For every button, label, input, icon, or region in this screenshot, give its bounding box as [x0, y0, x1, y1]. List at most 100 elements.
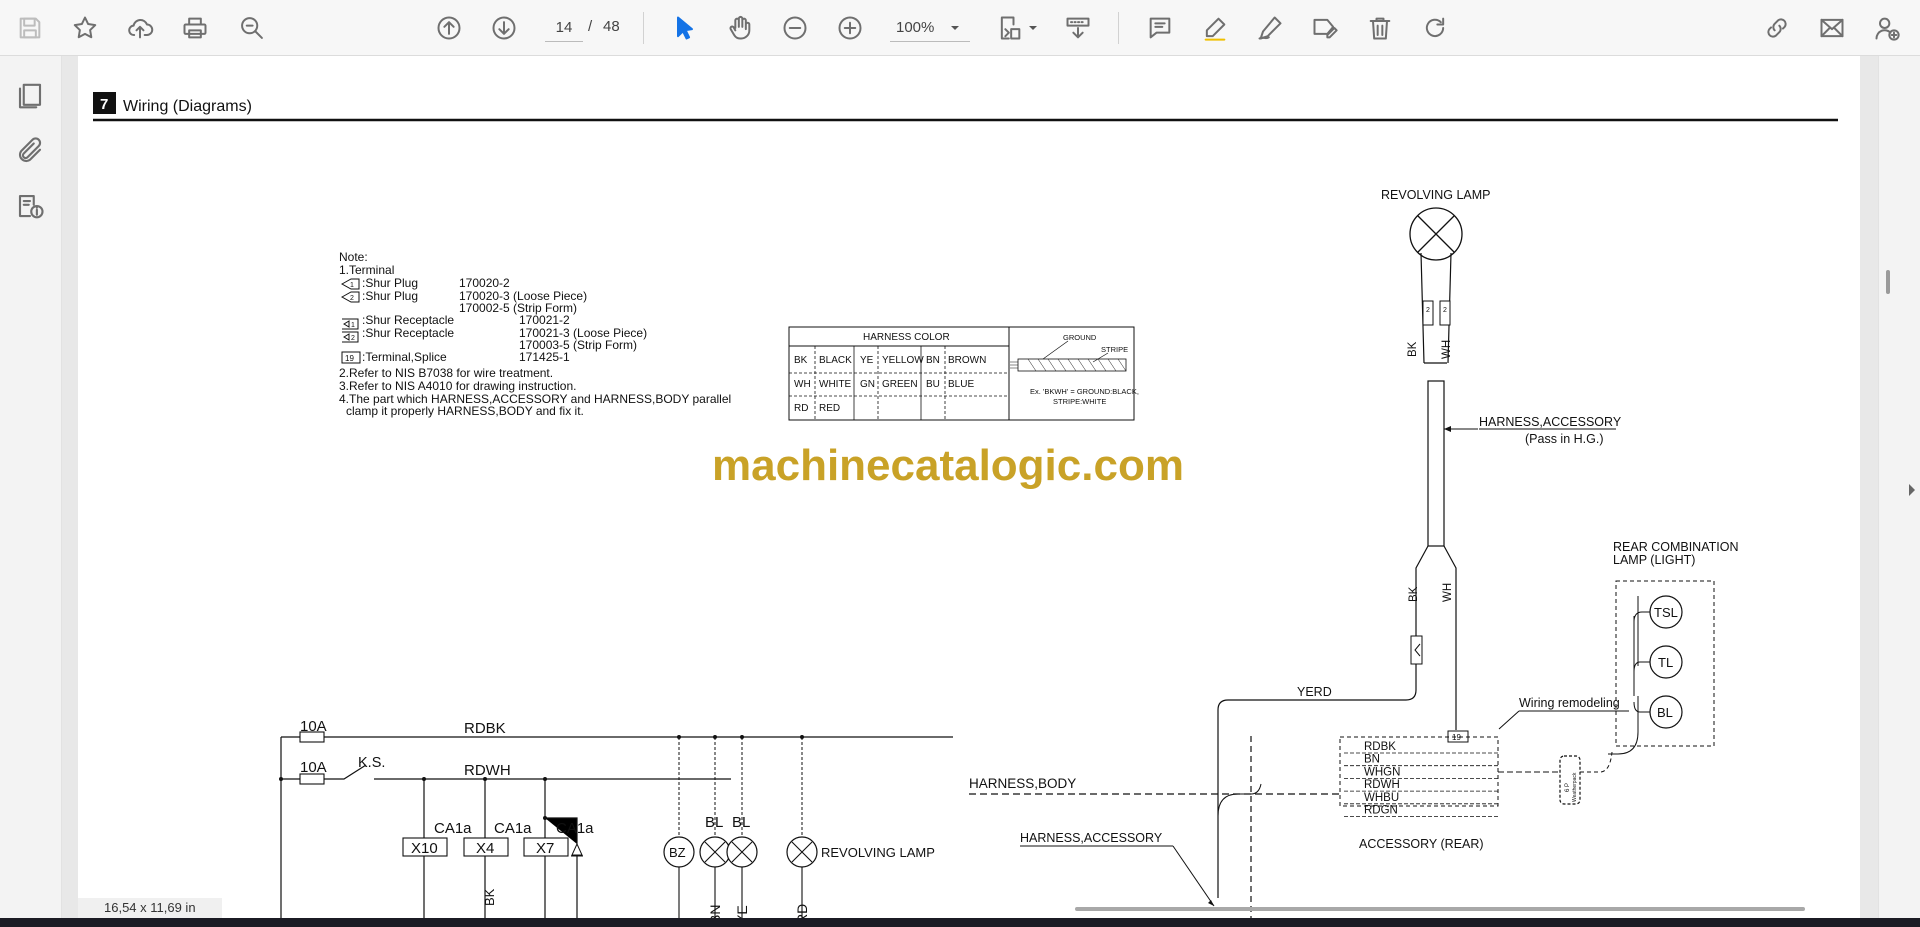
- harness-color-cell: WH: [794, 379, 811, 390]
- bz-label: BZ: [669, 845, 686, 860]
- harness-accessory-label-2: HARNESS,ACCESSORY: [1020, 831, 1163, 845]
- harness-color-cell: GN: [860, 379, 875, 390]
- rear-combination-lamp: REAR COMBINATION LAMP (LIGHT) TSL TL BL: [1608, 540, 1738, 755]
- yerd-label: YERD: [1297, 685, 1332, 699]
- harness-color-cell: RD: [794, 403, 808, 414]
- cloud-upload-icon[interactable]: [120, 8, 160, 48]
- harness-color-cell: BN: [926, 355, 940, 366]
- revolving-lamp-bottom-label: REVOLVING LAMP: [821, 845, 935, 860]
- document-viewport: 7 Wiring (Diagrams) Note: 1.Terminal 1 :…: [62, 56, 1878, 918]
- wire-list: RDBKBNWHGNRDWHWHBURDGN: [1344, 741, 1498, 817]
- shur-rec-2-label: :Shur Receptacle: [362, 326, 454, 340]
- wire-label: WHGN: [1364, 766, 1400, 778]
- shur-rec-1-part: 170021-2: [519, 313, 570, 327]
- example-line-1: Ex. 'BKWH' = GROUND:BLACK,: [1030, 387, 1139, 396]
- splice-num: 19: [345, 354, 354, 363]
- rdbk-label: RDBK: [464, 720, 506, 737]
- vertical-scrollbar-thumb[interactable]: [1886, 270, 1890, 294]
- accessory-rear-block: RDBKBNWHGNRDWHWHBURDGN 6 P Weatherpack A…: [1339, 736, 1613, 851]
- notes-block: Note: 1.Terminal 1 :Shur Plug 170020-2 2…: [339, 250, 731, 418]
- draw-pen-icon[interactable]: [1250, 8, 1290, 48]
- page-fit-chevron-icon[interactable]: [1027, 22, 1039, 34]
- wire-label-wh-top: WH: [1441, 340, 1453, 359]
- wiring-remodeling-label: Wiring remodeling: [1519, 696, 1620, 710]
- previous-page-icon[interactable]: [429, 8, 469, 48]
- wire-label-wh-mid: WH: [1442, 583, 1454, 602]
- main-toolbar: / 48: [0, 0, 1920, 56]
- revolving-lamp-top: REVOLVING LAMP 2 2 BK WH HARNESS,ACCESSO…: [1217, 188, 1622, 898]
- harness-color-cell: YELLOW: [882, 355, 924, 366]
- harness-color-cell: GREEN: [882, 379, 918, 390]
- zoom-in-icon[interactable]: [830, 8, 870, 48]
- shur-plug-2-label: :Shur Plug: [362, 289, 418, 303]
- attachment-paperclip-icon[interactable]: [7, 128, 53, 174]
- wire-label: RDGN: [1364, 805, 1398, 817]
- wire-label: BN: [1364, 754, 1380, 766]
- harness-color-cell: YE: [860, 355, 874, 366]
- harness-color-cell: BU: [926, 379, 940, 390]
- harness-color-cell: BLACK: [819, 355, 852, 366]
- page-total: 48: [603, 18, 620, 35]
- save-icon[interactable]: [10, 8, 50, 48]
- redo-icon[interactable]: [1415, 8, 1455, 48]
- document-info-icon[interactable]: [7, 183, 53, 229]
- next-page-icon[interactable]: [484, 8, 524, 48]
- add-user-icon[interactable]: [1867, 8, 1907, 48]
- tl-label: TL: [1658, 655, 1673, 670]
- bk-vertical-label: BK: [482, 888, 497, 906]
- tsl-label: TSL: [1654, 605, 1678, 620]
- x10-label: X10: [411, 840, 438, 857]
- delete-trash-icon[interactable]: [1360, 8, 1400, 48]
- email-envelope-icon[interactable]: [1812, 8, 1852, 48]
- comment-icon[interactable]: [1140, 8, 1180, 48]
- section-number: 7: [100, 96, 108, 113]
- notes-line-1: 1.Terminal: [339, 263, 394, 277]
- harness-accessory-tube: [1427, 380, 1445, 547]
- edit-link-icon[interactable]: [1757, 8, 1797, 48]
- horizontal-scrollbar-thumb[interactable]: [1075, 907, 1805, 911]
- zoom-dropdown-chevron-icon[interactable]: [945, 18, 965, 38]
- select-cursor-icon[interactable]: [665, 8, 705, 48]
- page-fit-icon[interactable]: [990, 8, 1030, 48]
- conn-2-left: 2: [1426, 307, 1430, 314]
- harness-color-cell: RED: [819, 403, 840, 414]
- x7-label: X7: [536, 840, 554, 857]
- left-navigation-rail: [0, 56, 69, 918]
- harness-color-rows: BK BLACK YE YELLOW BN BROWN WH WHITE GN GREEN BU BL…: [794, 355, 986, 414]
- bl-label-2: BL: [732, 814, 750, 831]
- page-separator: /: [588, 18, 593, 35]
- section-title: Wiring (Diagrams): [123, 98, 252, 115]
- shur-receptacle-symbol-icon: [342, 318, 359, 330]
- notes-line-2: 2.Refer to NIS B7038 for wire treatment.: [339, 366, 553, 380]
- sign-tag-icon[interactable]: [1305, 8, 1345, 48]
- connector-brand-label: Weatherpack: [1572, 772, 1578, 802]
- ca1a-label-2: CA1a: [494, 820, 532, 837]
- shur-rec-1-label: :Shur Receptacle: [362, 313, 454, 327]
- revolving-lamp-top-label: REVOLVING LAMP: [1381, 188, 1491, 202]
- harness-color-cell: BLUE: [948, 379, 974, 390]
- harness-body-run: HARNESS,BODY HARNESS,ACCESSORY: [969, 736, 1340, 918]
- print-icon[interactable]: [175, 8, 215, 48]
- notes-heading: Note:: [339, 250, 368, 264]
- ca1a-label-3: CA1a: [556, 820, 594, 837]
- shur-plug-2-num: 2: [350, 295, 354, 302]
- rdwh-label: RDWH: [464, 762, 511, 779]
- shur-rec-2-num: 2: [351, 335, 355, 342]
- example-line-2: STRIPE:WHITE: [1053, 397, 1106, 406]
- page-number-input[interactable]: [545, 14, 583, 42]
- expand-right-panel-icon[interactable]: [1906, 480, 1918, 500]
- wire-label: RDWH: [1364, 779, 1400, 791]
- highlight-pen-icon[interactable]: [1195, 8, 1235, 48]
- zoom-search-icon[interactable]: [232, 8, 272, 48]
- ca1a-label-1: CA1a: [434, 820, 472, 837]
- page-thumbnails-icon[interactable]: [7, 73, 53, 119]
- harness-body-label: HARNESS,BODY: [969, 776, 1076, 791]
- harness-color-cell: BROWN: [948, 355, 986, 366]
- wire-label-bk-top: BK: [1407, 341, 1419, 357]
- hand-pan-icon[interactable]: [720, 8, 760, 48]
- zoom-out-icon[interactable]: [775, 8, 815, 48]
- scroll-mode-icon[interactable]: [1058, 8, 1098, 48]
- splice-part: 171425-1: [519, 350, 570, 364]
- bookmark-star-icon[interactable]: [65, 8, 105, 48]
- harness-color-title: HARNESS COLOR: [863, 332, 950, 343]
